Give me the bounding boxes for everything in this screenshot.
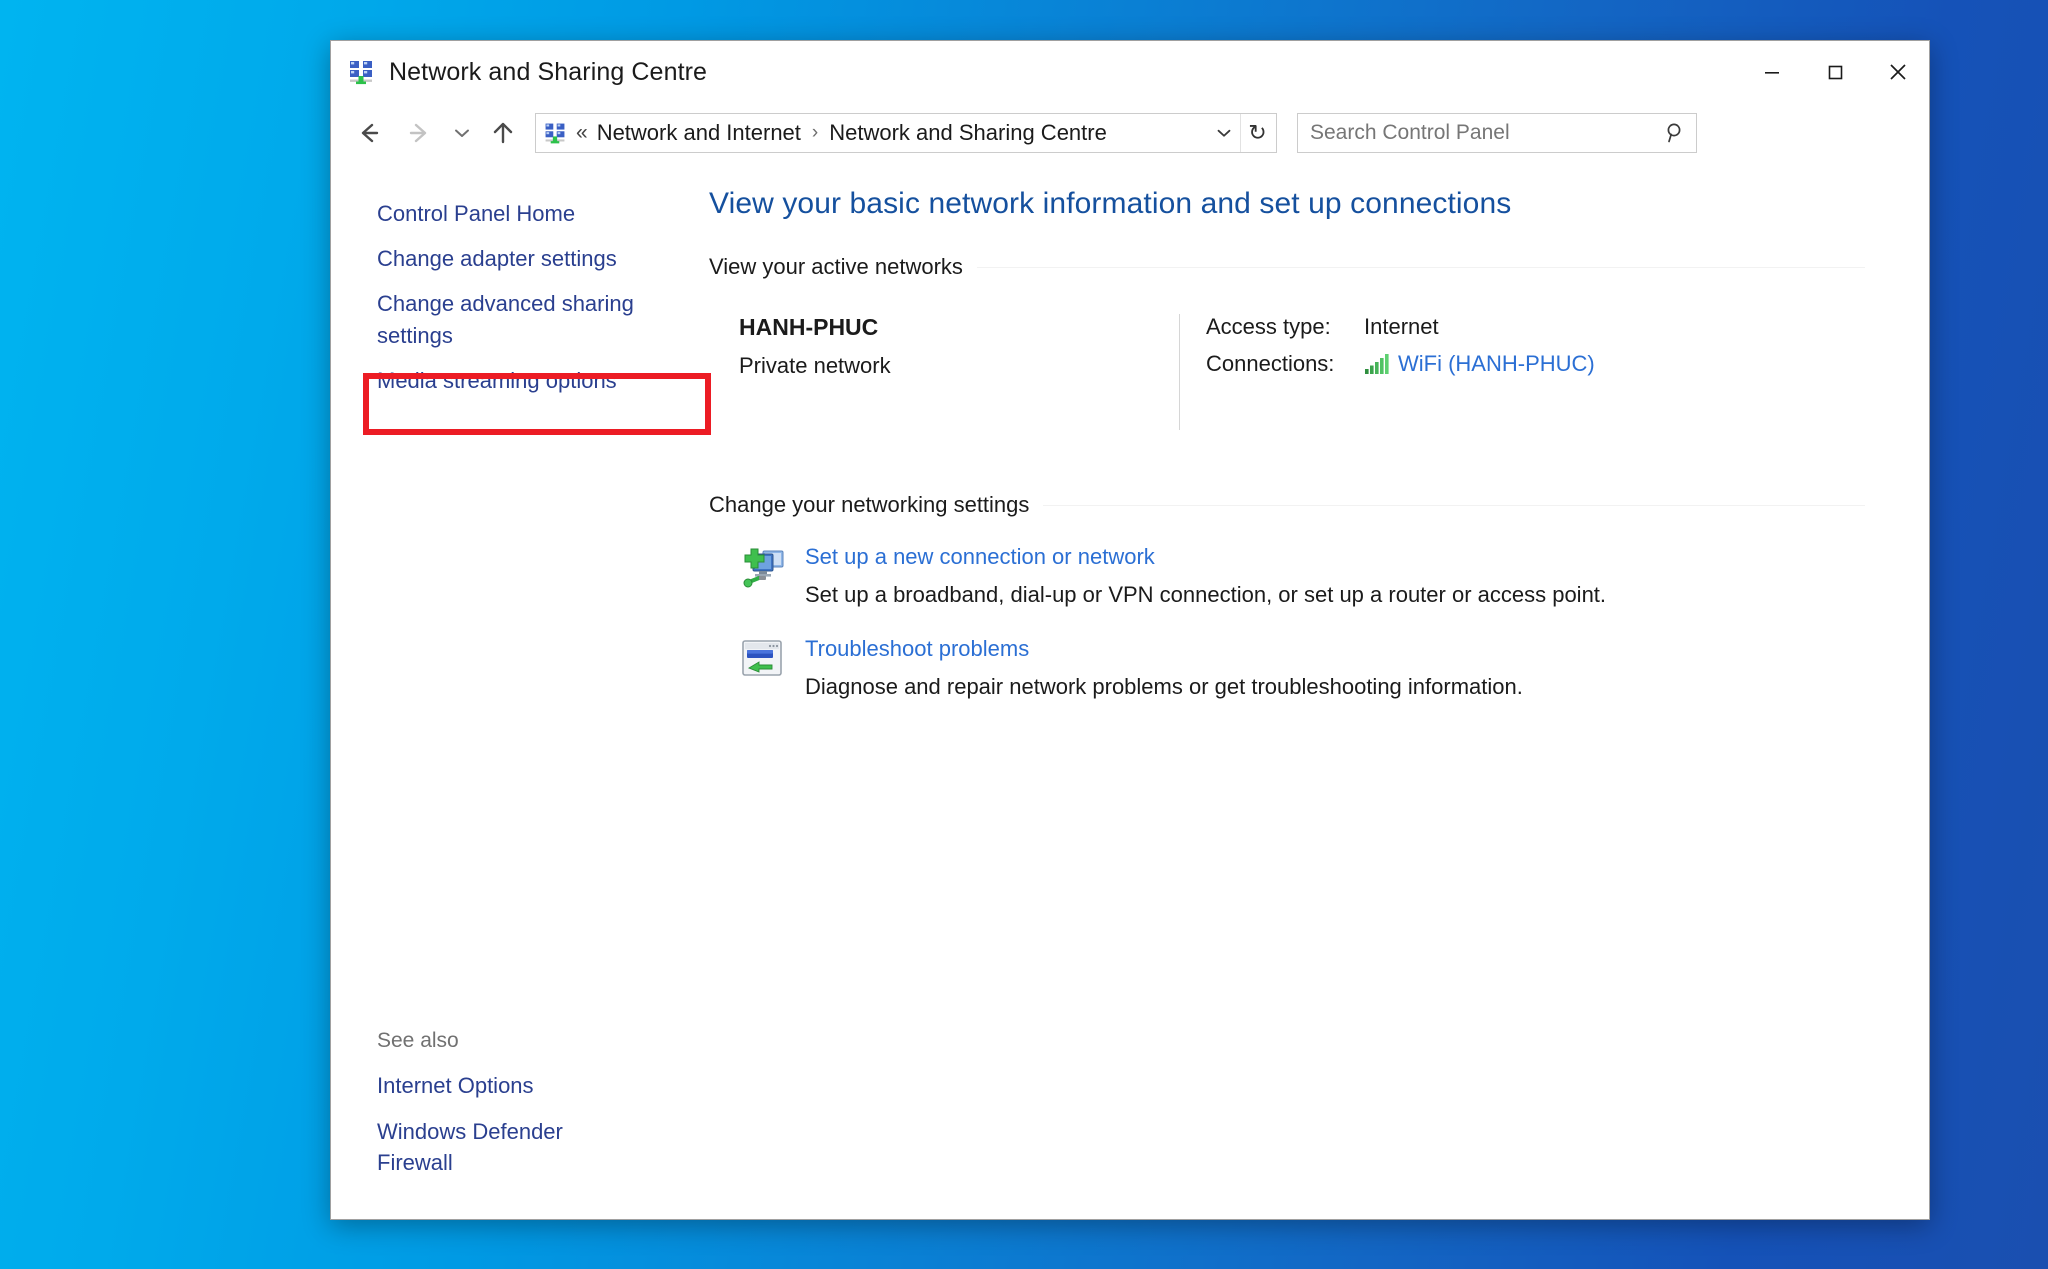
network-details: Access type: Internet Connections: WiFi … <box>1180 314 1595 434</box>
window-title: Network and Sharing Centre <box>389 57 708 86</box>
forward-arrow-icon <box>399 113 439 153</box>
search-box[interactable] <box>1297 113 1697 153</box>
recent-locations-chevron-down-icon[interactable] <box>447 113 477 153</box>
network-name: HANH-PHUC <box>739 314 879 340</box>
title-bar: Network and Sharing Centre <box>331 41 1929 103</box>
task-set-up-new-connection: Set up a new connection or network Set u… <box>709 544 1865 610</box>
network-identity: HANH-PHUC Private network <box>709 314 1179 434</box>
search-input[interactable] <box>1310 121 1662 145</box>
page-title: View your basic network information and … <box>709 187 1512 220</box>
breadcrumb-separator: › <box>811 122 819 143</box>
refresh-icon[interactable]: ↻ <box>1240 114 1274 152</box>
see-also-item-windows-defender-firewall[interactable]: Windows Defender Firewall <box>331 1109 661 1185</box>
breadcrumb-network-and-sharing-centre[interactable]: Network and Sharing Centre <box>827 120 1109 146</box>
see-also-title: See also <box>377 1029 459 1053</box>
new-connection-icon <box>739 544 795 610</box>
set-up-new-connection-description: Set up a broadband, dial-up or VPN conne… <box>805 582 1607 607</box>
access-type-value: Internet <box>1364 314 1439 339</box>
maximize-button[interactable] <box>1803 41 1866 103</box>
see-also-section: See also Internet Options Windows Defend… <box>331 1029 683 1219</box>
sidebar-item-change-adapter-settings[interactable]: Change adapter settings <box>331 236 661 281</box>
address-network-sharing-icon <box>543 121 567 145</box>
active-networks-panel: HANH-PHUC Private network Access type: I… <box>709 314 1865 434</box>
sidebar-item-change-advanced-sharing-settings[interactable]: Change advanced sharing settings <box>331 281 661 357</box>
connections-label: Connections: <box>1206 351 1335 376</box>
troubleshoot-icon <box>739 636 795 702</box>
access-type-label: Access type: <box>1206 314 1331 339</box>
wifi-signal-icon <box>1364 353 1390 375</box>
troubleshoot-problems-link[interactable]: Troubleshoot problems <box>805 636 1029 662</box>
sidebar-item-media-streaming-options[interactable]: Media streaming options <box>331 358 661 403</box>
active-networks-label: View your active networks <box>709 254 963 279</box>
change-settings-heading: Change your networking settings <box>709 492 1865 518</box>
connections-value-link[interactable]: WiFi (HANH-PHUC) <box>1398 351 1595 377</box>
section-divider <box>976 266 1865 268</box>
change-settings-section: Change your networking settings Set up a… <box>709 492 1865 701</box>
search-icon[interactable] <box>1662 120 1690 146</box>
detail-row-connections: Connections: WiFi (HANH-PHUC) <box>1206 351 1595 377</box>
minimize-button[interactable] <box>1740 41 1803 103</box>
network-sharing-centre-window: Network and Sharing Centre « Network and… <box>330 40 1930 1220</box>
up-arrow-icon[interactable] <box>483 113 523 153</box>
active-networks-heading: View your active networks <box>709 254 1865 280</box>
sidebar: Control Panel Home Change adapter settin… <box>331 163 711 1219</box>
detail-row-access-type: Access type: Internet <box>1206 314 1595 340</box>
set-up-new-connection-link[interactable]: Set up a new connection or network <box>805 544 1155 570</box>
see-also-item-internet-options[interactable]: Internet Options <box>331 1063 661 1108</box>
sidebar-item-control-panel-home[interactable]: Control Panel Home <box>331 191 661 236</box>
task-body: Troubleshoot problems Diagnose and repai… <box>795 636 1523 702</box>
section-divider <box>1043 504 1865 506</box>
address-bar[interactable]: « Network and Internet › Network and Sha… <box>535 113 1277 153</box>
change-settings-label: Change your networking settings <box>709 492 1030 517</box>
breadcrumb-overflow[interactable]: « <box>567 121 595 145</box>
network-sharing-icon <box>347 58 375 86</box>
task-body: Set up a new connection or network Set u… <box>795 544 1606 610</box>
address-chevron-down-icon[interactable] <box>1208 114 1240 152</box>
troubleshoot-problems-description: Diagnose and repair network problems or … <box>805 673 1523 699</box>
address-bar-row: « Network and Internet › Network and Sha… <box>331 103 1929 163</box>
network-type: Private network <box>739 353 891 378</box>
window-controls <box>1740 41 1929 103</box>
task-troubleshoot-problems: Troubleshoot problems Diagnose and repai… <box>709 636 1865 702</box>
window-body: Control Panel Home Change adapter settin… <box>331 163 1929 1219</box>
breadcrumb-network-and-internet[interactable]: Network and Internet <box>595 120 803 146</box>
close-button[interactable] <box>1866 41 1929 103</box>
back-arrow-icon[interactable] <box>349 113 389 153</box>
main-content: View your basic network information and … <box>683 163 1929 1219</box>
